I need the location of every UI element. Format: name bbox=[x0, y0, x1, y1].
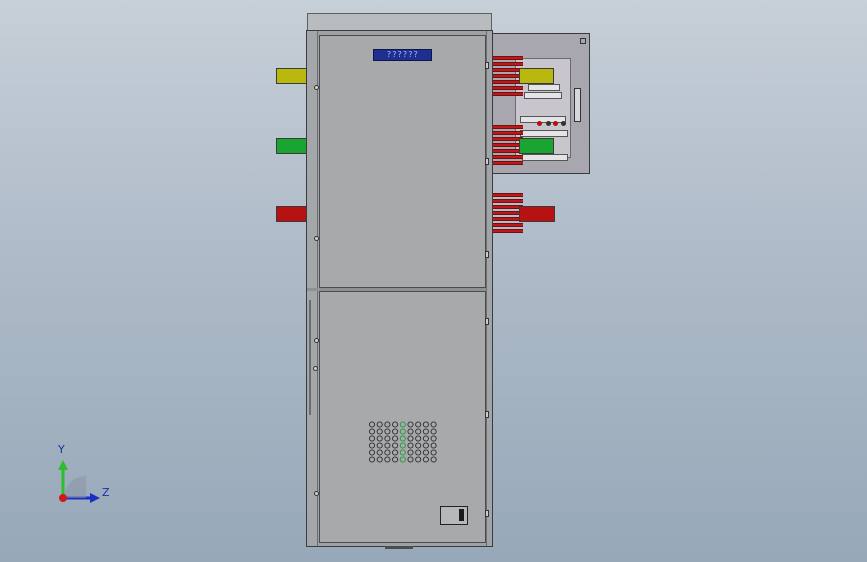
vent-hole bbox=[392, 449, 399, 456]
panel-handle[interactable] bbox=[574, 88, 581, 122]
terminal-row bbox=[524, 92, 562, 99]
terminal-row bbox=[520, 130, 568, 137]
vent-hole bbox=[407, 428, 414, 435]
vent-hole bbox=[407, 421, 414, 428]
door-hinge bbox=[485, 251, 489, 258]
vent-hole bbox=[384, 442, 391, 449]
vent-hole bbox=[430, 442, 437, 449]
status-display: ?????? bbox=[373, 49, 432, 61]
vent-hole bbox=[384, 428, 391, 435]
indicator-lamp bbox=[553, 121, 558, 126]
y-axis-label: Y bbox=[58, 443, 65, 456]
vent-hole bbox=[407, 442, 414, 449]
vent-hole bbox=[430, 421, 437, 428]
busbar-phase-l3-right bbox=[519, 206, 555, 222]
vent-hole bbox=[376, 421, 383, 428]
vent-hole bbox=[399, 421, 406, 428]
vent-hole bbox=[415, 456, 422, 463]
vent-hole bbox=[376, 442, 383, 449]
vent-hole bbox=[430, 435, 437, 442]
vent-hole bbox=[415, 421, 422, 428]
vent-hole bbox=[422, 456, 429, 463]
door-hinge bbox=[485, 411, 489, 418]
vent-hole bbox=[368, 449, 376, 456]
vent-hole bbox=[415, 435, 422, 442]
cabinet-top-cover bbox=[307, 13, 492, 31]
terminal-row bbox=[522, 154, 568, 161]
vent-hole bbox=[415, 449, 422, 456]
vent-hole bbox=[430, 449, 437, 456]
vent-hole bbox=[430, 456, 437, 463]
vent-hole bbox=[368, 435, 376, 442]
vent-hole bbox=[422, 435, 429, 442]
vent-hole bbox=[407, 449, 414, 456]
vent-hole bbox=[368, 442, 376, 449]
vent-hole bbox=[384, 456, 391, 463]
door-hinge bbox=[485, 510, 489, 517]
busbar-phase-l1-right bbox=[519, 68, 554, 84]
vent-hole bbox=[384, 449, 391, 456]
indicator-lamp bbox=[561, 121, 566, 126]
busbar-phase-l3-left bbox=[276, 206, 307, 222]
vent-hole bbox=[399, 456, 406, 463]
vent-hole bbox=[392, 456, 399, 463]
vent-hole bbox=[407, 435, 414, 442]
door-latch-knob[interactable] bbox=[313, 366, 318, 371]
vent-hole bbox=[384, 421, 391, 428]
vent-hole bbox=[422, 428, 429, 435]
vent-hole bbox=[392, 428, 399, 435]
vent-hole bbox=[399, 449, 406, 456]
vent-hole bbox=[376, 428, 383, 435]
door-latch-knob[interactable] bbox=[314, 85, 319, 90]
vent-hole bbox=[415, 442, 422, 449]
terminal-row bbox=[528, 84, 560, 91]
vent-hole bbox=[430, 428, 437, 435]
hinge-bar bbox=[309, 300, 311, 415]
z-axis-label: Z bbox=[102, 486, 110, 499]
vent-hole bbox=[368, 456, 376, 463]
door-latch-knob[interactable] bbox=[314, 236, 319, 241]
upper-door[interactable] bbox=[319, 35, 486, 288]
vent-hole bbox=[392, 442, 399, 449]
panel-corner-mark bbox=[580, 38, 586, 44]
vent-hole bbox=[407, 456, 414, 463]
busbar-phase-l2-right bbox=[519, 138, 554, 154]
vent-hole bbox=[368, 428, 376, 435]
vent-hole bbox=[422, 449, 429, 456]
vent-hole bbox=[399, 442, 406, 449]
busbar-phase-l1-left bbox=[276, 68, 307, 84]
indicator-lamp bbox=[537, 121, 542, 126]
vent-hole bbox=[376, 435, 383, 442]
vent-hole bbox=[392, 435, 399, 442]
door-hinge bbox=[485, 318, 489, 325]
busbar-phase-l2-left bbox=[276, 138, 307, 154]
door-hinge bbox=[485, 158, 489, 165]
door-latch-knob[interactable] bbox=[314, 338, 319, 343]
indicator-lamp bbox=[546, 121, 551, 126]
vent-hole bbox=[422, 442, 429, 449]
door-hinge bbox=[485, 62, 489, 69]
terminal-row bbox=[520, 116, 566, 123]
vent-hole bbox=[392, 421, 399, 428]
door-latch-knob[interactable] bbox=[314, 491, 319, 496]
door-lock-slot bbox=[459, 509, 464, 521]
axis-plane bbox=[64, 476, 86, 498]
vent-hole bbox=[376, 456, 383, 463]
vent-hole bbox=[384, 435, 391, 442]
vent-hole bbox=[368, 421, 376, 428]
x-axis-dot bbox=[59, 494, 67, 502]
ventilation-grille bbox=[368, 421, 438, 463]
vent-hole bbox=[376, 449, 383, 456]
vent-hole bbox=[415, 428, 422, 435]
vent-hole bbox=[399, 428, 406, 435]
cabinet-foot bbox=[385, 546, 413, 549]
vent-hole bbox=[422, 421, 429, 428]
vent-hole bbox=[399, 435, 406, 442]
